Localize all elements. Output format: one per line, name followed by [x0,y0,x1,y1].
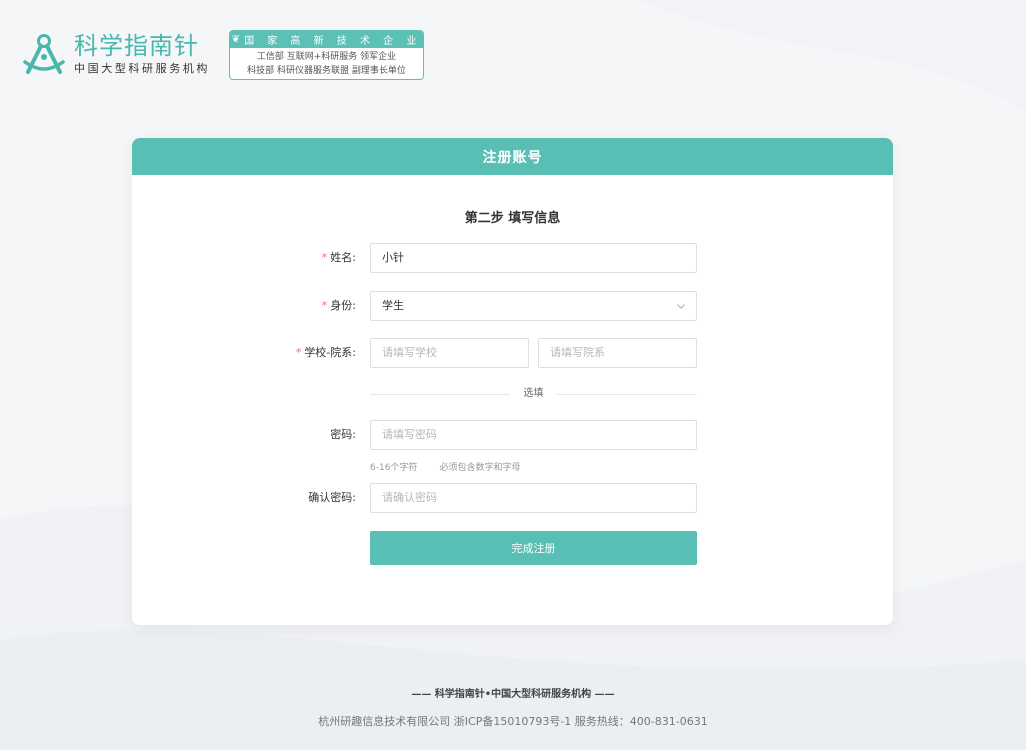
password-label: 密码: [330,428,356,441]
password-input[interactable]: 请填写密码 [370,420,697,450]
brand-name: 科学指南针 [74,32,199,60]
footer-title: —— 科学指南针•中国大型科研服务机构 —— [411,689,615,700]
name-label: * 姓名: [321,251,356,264]
password-hint-rule: 必须包含数字和字母 [439,463,521,473]
school-input[interactable]: 请填写学校 [370,338,529,368]
hightech-badge: ❦ 国 家 高 新 技 术 企 业 工信部 互联网+科研服务 领军企业 科技部 … [229,30,424,80]
confirm-password-input[interactable]: 请确认密码 [370,483,697,513]
badge-title-bar: ❦ 国 家 高 新 技 术 企 业 [230,31,423,48]
school-row: * 学校-院系: 请填写学校 请填写院系 [132,338,893,368]
brand-subtitle: 中国大型科研服务机构 [74,62,210,75]
optional-divider: 选填 [370,388,697,400]
department-input[interactable]: 请填写院系 [538,338,697,368]
name-input[interactable]: 小针 [370,243,697,273]
identity-select-value: 学生 [382,299,404,312]
badge-line-2: 科技部 科研仪器服务联盟 副理事长单位 [247,66,406,76]
required-mark: * [295,346,302,359]
password-row: 密码: 请填写密码 [132,420,893,450]
footer-info: 杭州研趣信息技术有限公司 浙ICP备15010793号-1 服务热线：400-8… [318,715,708,728]
badge-line-1: 工信部 互联网+科研服务 领军企业 [256,52,397,62]
name-row: * 姓名: 小针 [132,243,893,273]
register-card: 注册账号 第二步 填写信息 * 姓名: 小针 * 身份: 学生 * 学校-院系: 请填… [132,138,893,625]
compass-logo-icon [23,34,65,74]
password-hint-length: 6-16个字符 [370,463,418,473]
brand-logo[interactable]: 科学指南针 中国大型科研服务机构 [22,30,210,80]
leaf-icon: ❦ [231,34,241,45]
step-title: 第二步 填写信息 [464,211,561,226]
confirm-password-row: 确认密码: 请确认密码 [132,483,893,513]
school-label: * 学校-院系: [295,346,356,359]
password-hint: 6-16个字符 必须包含数字和字母 [370,460,520,473]
complete-registration-button[interactable]: 完成注册 [370,531,697,565]
badge-title: 国 家 高 新 技 术 企 业 [244,36,422,47]
required-mark: * [321,299,328,312]
required-mark: * [321,251,328,264]
identity-select[interactable]: 学生 [370,291,697,321]
chevron-down-icon [677,304,685,309]
card-header: 注册账号 [132,138,893,175]
identity-label: * 身份: [321,299,356,312]
identity-row: * 身份: 学生 [132,291,893,321]
confirm-password-label: 确认密码: [308,491,356,504]
